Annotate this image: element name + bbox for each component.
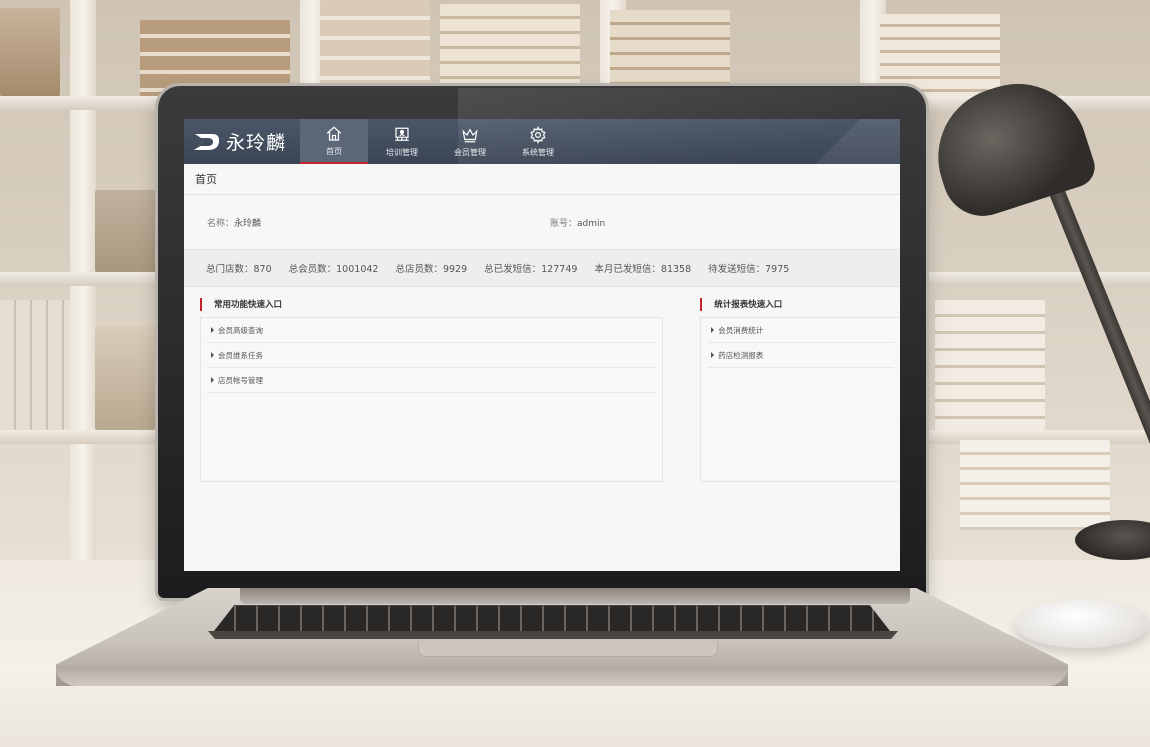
app-screen: 永玲麟 首页 培训管理 会员管理 系统管理 首页 名称：永玲麟 账号：admin…: [184, 119, 900, 571]
laptop-base-lip: [56, 666, 1068, 686]
logo-mark-icon: [194, 133, 220, 150]
stat-sms-pending: 待发送短信：7975: [708, 264, 790, 275]
nav-tab-training[interactable]: 培训管理: [368, 119, 436, 164]
nav-tab-label: 会员管理: [454, 147, 486, 157]
laptop-hinge: [240, 588, 910, 604]
quick-link-label: 会员维系任务: [218, 350, 263, 360]
stat-total-staff: 总店员数：9929: [395, 264, 468, 275]
book: [880, 14, 1000, 96]
book: [95, 325, 155, 430]
account-label: 账号：: [550, 218, 578, 229]
nav-tab-system[interactable]: 系统管理: [504, 119, 572, 164]
nav-tab-label: 系统管理: [522, 147, 554, 157]
book: [320, 0, 430, 96]
profile-info-row: 名称：永玲麟 账号：admin: [184, 195, 900, 250]
quick-link-member-consumption-stats[interactable]: 会员消费统计: [707, 318, 894, 343]
book: [610, 10, 730, 96]
nav-tab-label: 首页: [326, 146, 342, 156]
breadcrumb: 首页: [184, 164, 900, 195]
page-title: 首页: [195, 173, 217, 186]
caret-right-icon: [211, 377, 214, 383]
caret-right-icon: [711, 327, 715, 333]
name-label: 名称：: [207, 218, 235, 229]
nav-tab-label: 培训管理: [386, 147, 418, 157]
stat-total-members: 总会员数：1001042: [288, 264, 379, 275]
quick-link-label: 会员高级查询: [218, 325, 263, 335]
brand-logo[interactable]: 永玲麟: [184, 119, 300, 164]
shelf-post: [70, 0, 96, 600]
profile-account: 账号：admin: [550, 216, 605, 229]
quick-link-label: 会员消费统计: [718, 325, 764, 335]
reports-panel: 统计报表快速入口 会员消费统计 药店检测报表: [700, 298, 900, 482]
quick-entry-panels: 常用功能快速入口 会员高级查询 会员维系任务 店员帐号管理 统计报表快速入口 会…: [184, 287, 900, 482]
common-functions-panel: 常用功能快速入口 会员高级查询 会员维系任务 店员帐号管理: [200, 298, 664, 482]
training-icon: [395, 127, 409, 141]
quick-link-label: 店员帐号管理: [218, 375, 263, 385]
caret-right-icon: [711, 352, 715, 358]
laptop-keyboard-row: [208, 631, 898, 639]
crown-icon: [462, 128, 478, 142]
book: [0, 300, 70, 430]
quick-link-member-retention-tasks[interactable]: 会员维系任务: [207, 343, 657, 368]
quick-link-pharmacy-inspection-report[interactable]: 药店检测报表: [707, 343, 894, 368]
panel-body: 会员消费统计 药店检测报表: [700, 317, 900, 482]
profile-name: 名称：永玲麟: [184, 216, 550, 229]
book: [140, 20, 290, 96]
home-icon: [326, 125, 342, 141]
logo-text: 永玲麟: [226, 132, 287, 154]
stat-total-sms-sent: 总已发短信：127749: [484, 264, 578, 275]
laptop-trackpad: [418, 641, 718, 657]
caret-right-icon: [211, 327, 214, 333]
quick-link-label: 药店检测报表: [718, 350, 764, 360]
laptop-keyboard: [214, 605, 890, 631]
book: [440, 4, 580, 96]
account-value: admin: [577, 218, 606, 229]
nav-tab-home[interactable]: 首页: [300, 119, 368, 164]
nav-tab-members[interactable]: 会员管理: [436, 119, 504, 164]
stat-total-stores: 总门店数：870: [206, 264, 272, 275]
name-value: 永玲麟: [234, 218, 262, 229]
book: [0, 8, 60, 96]
panel-title: 统计报表快速入口: [700, 298, 900, 312]
panel-body: 会员高级查询 会员维系任务 店员帐号管理: [200, 317, 664, 482]
quick-link-staff-accounts[interactable]: 店员帐号管理: [207, 368, 657, 393]
computer-mouse: [1015, 600, 1150, 648]
stats-row: 总门店数：870 总会员数：1001042 总店员数：9929 总已发短信：12…: [184, 250, 900, 287]
top-navigation-bar: 永玲麟 首页 培训管理 会员管理 系统管理: [184, 119, 900, 164]
book: [960, 440, 1110, 530]
topbar-gloss: [790, 119, 900, 164]
stat-month-sms-sent: 本月已发短信：81358: [594, 264, 692, 275]
panel-title: 常用功能快速入口: [200, 298, 663, 312]
book: [95, 190, 157, 272]
book: [935, 300, 1045, 430]
caret-right-icon: [211, 352, 214, 358]
gear-icon: [530, 125, 546, 144]
lamp-base: [1075, 520, 1150, 560]
quick-link-member-advanced-search[interactable]: 会员高级查询: [207, 318, 657, 343]
main-nav: 首页 培训管理 会员管理 系统管理: [300, 119, 572, 164]
